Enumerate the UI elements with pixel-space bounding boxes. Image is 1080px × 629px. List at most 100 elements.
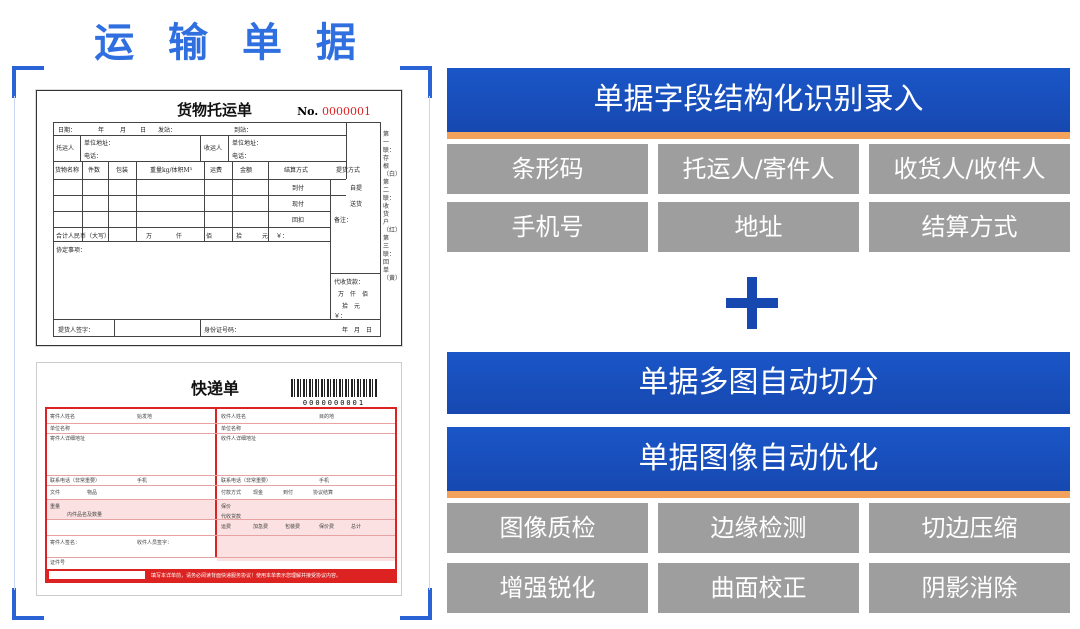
label-yuan: 元 [262,233,269,240]
destination-label: 目的地 [319,414,335,420]
col-freight: 运费 [210,167,223,174]
label-wan: 万 [146,233,153,240]
grid-line [54,241,330,242]
header-auto-split: 单据多图自动切分 [447,352,1070,414]
waybill-number-label: No. [297,105,319,118]
plus-icon [722,274,782,334]
arrive-pay-label: 到付 [283,490,294,496]
label-remark: 备注： [334,217,353,224]
express-document: 快递单 0000000001 寄件人姓名 始发地 单位名称 寄件人详细地址 收件… [36,362,402,596]
plus-bar-vertical [747,277,757,329]
cash-label: 现金 [253,490,264,496]
frame-edge-right [429,96,430,590]
grid-line [268,161,269,241]
barcode-icon [291,379,377,397]
form-line [47,499,395,500]
grid-line [330,273,380,274]
grid-line [228,135,229,161]
sender-sign-label: 寄件人签名： [50,540,81,546]
grid-line [80,135,81,161]
grid-line [82,161,83,241]
express-form: 寄件人姓名 始发地 单位名称 寄件人详细地址 收件人姓名 目的地 单位名称 收件… [45,407,397,583]
label-consignee: 收运人 [204,145,223,152]
waybill-title: 货物托运单 [177,101,253,119]
field-shipper: 托运人/寄件人 [658,144,859,194]
label-qian: 仟 [176,233,183,240]
opt-surface-correction: 曲面校正 [658,563,859,613]
item-checkbox-label: 物品 [87,490,98,496]
grid-line [114,319,115,336]
pack-fee-label: 包装费 [285,524,301,530]
items-qty-label: 内件品名及数量 [67,512,103,518]
label-cod-units2: 拾 元 [342,303,361,310]
receiver-phone-label: 联系电话（非常重要） [221,478,272,484]
label-year: 年 [98,127,105,134]
grid-line [330,179,331,319]
label-arrive: 到站： [234,127,253,134]
label-bai: 佰 [206,233,213,240]
waybill-copy-note: 第一联：存根（白）第二联：收货户（红）第三联：回单（黄） [383,131,402,282]
form-line [47,557,395,558]
col-weight: 重量kg/体积M³ [150,167,193,174]
opt-quality-check: 图像质检 [447,503,648,553]
mobile-label: 手机 [137,478,148,484]
total-label: 总计 [351,524,362,530]
pay-method-label: 付款方式 [221,490,242,496]
form-line [47,433,395,434]
form-line [47,475,395,476]
agreement-settle-label: 协议结算 [313,490,334,496]
grid-line [54,195,346,196]
col-settle: 结算方式 [284,167,309,174]
grid-line [54,319,380,320]
grid-line [136,161,137,241]
insure-label: 保价 [221,504,232,510]
label-day: 日 [140,127,147,134]
opt-edge-detection: 边缘检测 [658,503,859,553]
label-consignee-address: 单位地址： [232,140,263,147]
field-phone: 手机号 [447,202,648,252]
label-depart: 发站： [158,127,177,134]
header-auto-optimize: 单据图像自动优化 [447,427,1070,498]
form-line [47,485,395,486]
label-phone: 电话： [84,153,103,160]
label-id-no: 身份证号码： [204,327,241,334]
label-unit-address: 单位地址： [84,140,115,147]
col-pickup: 提货方式 [336,167,361,174]
opt-return-pay: 回扣 [292,217,305,224]
label-cod: 代收货款： [334,279,365,286]
receiver-name-label: 收件人姓名 [221,414,247,420]
frame-corner-bottom-right [400,588,432,620]
waybill-number-value: 0000001 [322,105,371,118]
grid-line [108,161,109,241]
col-pieces: 件数 [88,167,101,174]
label-month: 月 [120,127,127,134]
receiver-unit-label: 单位名称 [221,426,242,432]
label-shipper: 托运人 [56,145,75,152]
grid-line [54,179,346,180]
collect-label: 代收货款 [221,514,242,520]
insure-fee-label: 保价费 [319,524,335,530]
grid-line [54,211,330,212]
col-package: 包装 [116,167,129,174]
add-fee-label: 加急费 [253,524,269,530]
label-consignee-phone: 电话： [232,153,251,160]
weight-label: 重量 [50,504,61,510]
label-total: 合计人民币（大写）： [56,233,114,240]
form-shade [217,499,395,561]
form-line [47,423,395,424]
form-line [47,535,395,536]
sender-unit-label: 单位名称 [50,426,71,432]
grid-line [54,227,330,228]
opt-crop-compress: 切边压缩 [869,503,1070,553]
label-cod-yen: ￥： [334,313,347,320]
field-receiver: 收货人/收件人 [869,144,1070,194]
label-pickup-sign: 提货人签字： [58,327,95,334]
sender-name-label: 寄件人姓名 [50,414,76,420]
receiver-mobile-label: 手机 [319,478,330,484]
grid-line [200,319,201,336]
frame-corner-top-right [400,66,432,98]
label-date: 日期： [58,127,77,134]
waybill-number: No. 0000001 [297,105,371,118]
barcode-number: 0000000001 [302,399,366,407]
waybill-grid: 日期： 年 月 日 发站： 到站： 托运人 单位地址： 电话： 收运人 单位地址… [53,122,381,337]
